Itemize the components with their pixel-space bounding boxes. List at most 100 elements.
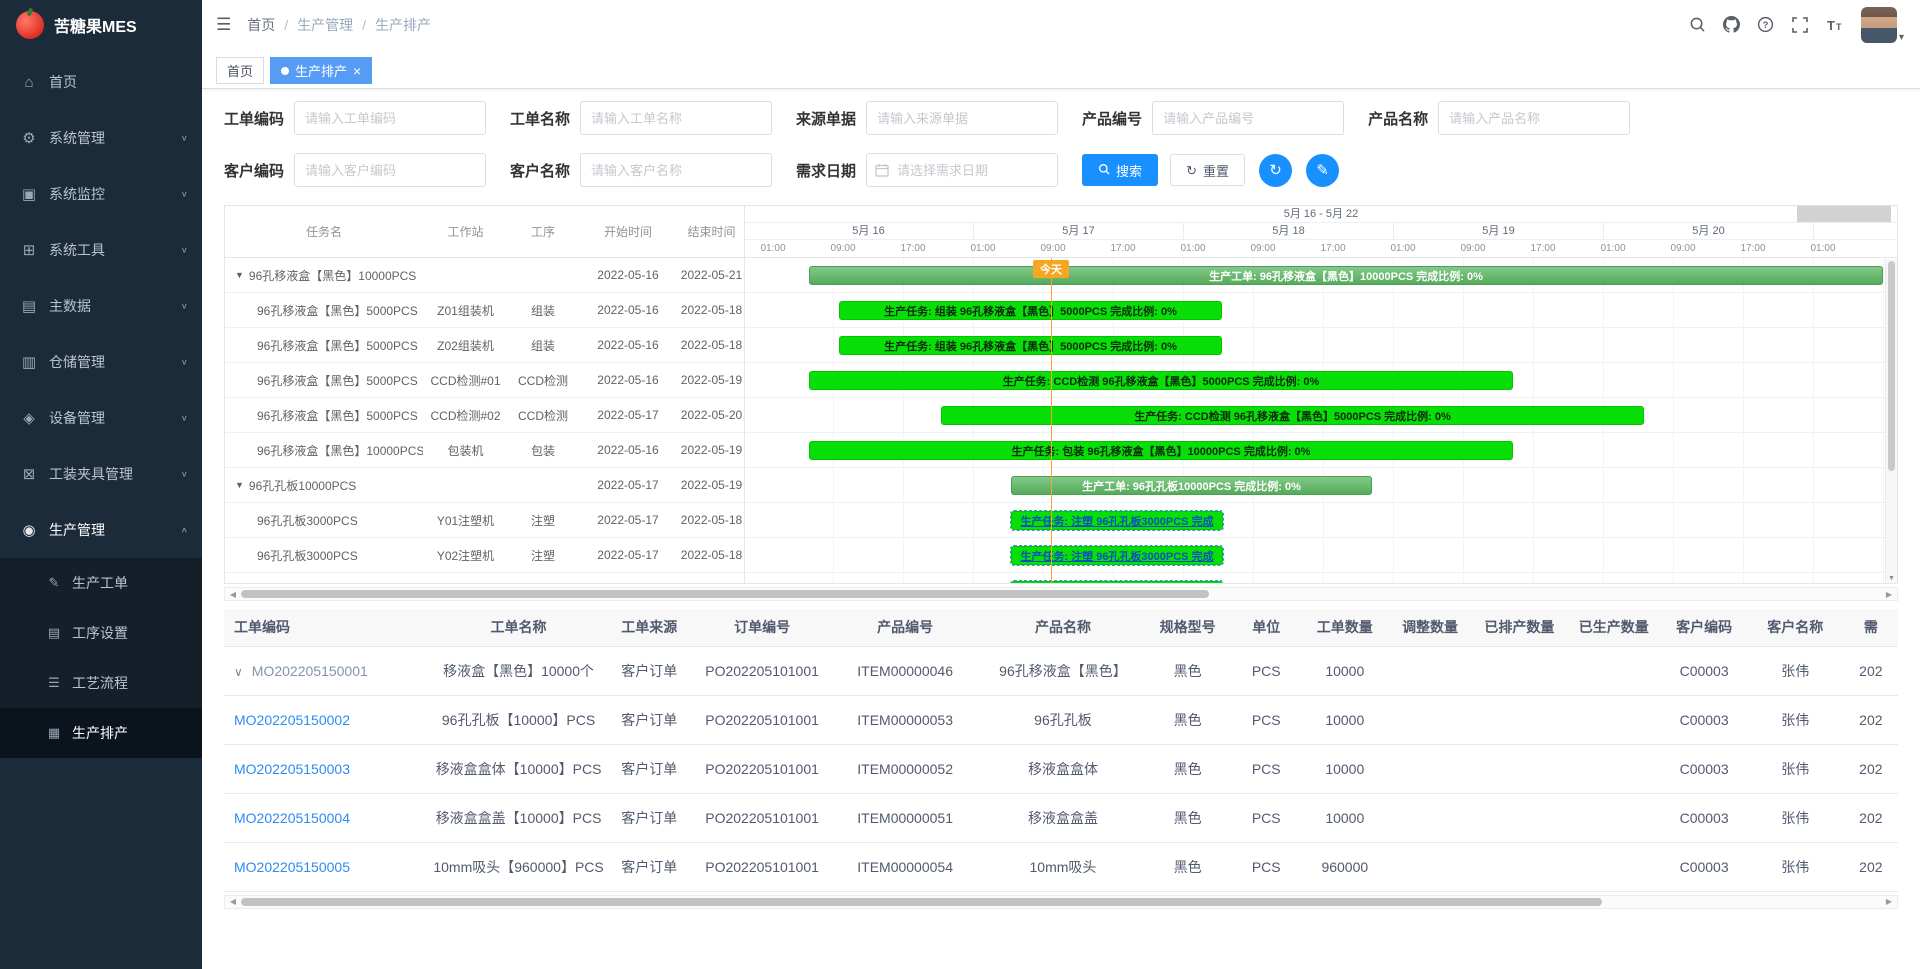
timeline-body: 今天 生产工单: 96孔移液盒【黑色】10000PCS 完成比例: 0%生产任务… bbox=[745, 258, 1897, 583]
sidebar-item-production-management[interactable]: ◉生产管理∧ bbox=[0, 502, 202, 558]
gantt-task-row[interactable]: 96孔孔板3000PCSY03注塑机注塑2022-05-172022-05-18 bbox=[225, 573, 744, 583]
product-name-input[interactable] bbox=[1438, 101, 1630, 135]
gantt-bar[interactable]: 生产工单: 96孔孔板10000PCS 完成比例: 0% bbox=[1011, 476, 1372, 495]
order-code-link[interactable]: MO202205150004 bbox=[234, 810, 350, 826]
scrollbar-thumb[interactable] bbox=[241, 898, 1602, 906]
product-code-input[interactable] bbox=[1152, 101, 1344, 135]
app-logo[interactable]: 苦糖果MES bbox=[0, 0, 202, 50]
gantt-task-row[interactable]: ▼96孔孔板10000PCS2022-05-172022-05-19 bbox=[225, 468, 744, 503]
refresh-icon: ↻ bbox=[1269, 161, 1282, 179]
order-code-link[interactable]: MO202205150003 bbox=[234, 761, 350, 777]
sidebar-item-system-tools[interactable]: ⊞系统工具∨ bbox=[0, 222, 202, 278]
customer-name-input[interactable] bbox=[580, 153, 772, 187]
sidebar-subitem-process-flow[interactable]: ☰工艺流程 bbox=[0, 658, 202, 708]
search-button[interactable]: 搜索 bbox=[1082, 154, 1158, 186]
order-code-cell: MO202205150004 bbox=[224, 793, 433, 842]
gantt-bar[interactable]: 生产任务: 组装 96孔移液盒【黑色】5000PCS 完成比例: 0% bbox=[839, 301, 1222, 320]
sidebar-item-equipment-management[interactable]: ◈设备管理∨ bbox=[0, 390, 202, 446]
sidebar-item-fixture-management[interactable]: ⊠工装夹具管理∨ bbox=[0, 446, 202, 502]
gantt-bar[interactable]: 生产任务: 组装 96孔移液盒【黑色】5000PCS 完成比例: 0% bbox=[839, 336, 1222, 355]
scrollbar-track[interactable] bbox=[241, 589, 1881, 599]
gantt-bar[interactable]: 生产任务: 注塑 96孔孔板3000PCS 完成 bbox=[1011, 581, 1223, 583]
task-process: 包装 bbox=[508, 442, 578, 459]
gantt-task-row[interactable]: 96孔孔板3000PCSY02注塑机注塑2022-05-172022-05-18 bbox=[225, 538, 744, 573]
reset-button[interactable]: ↻ 重置 bbox=[1170, 154, 1245, 186]
task-name: 96孔移液盒【黑色】10000PCS bbox=[257, 442, 423, 459]
refresh-round-button[interactable]: ↻ bbox=[1259, 154, 1292, 187]
gantt-bar[interactable]: 生产任务: CCD检测 96孔移液盒【黑色】5000PCS 完成比例: 0% bbox=[941, 406, 1644, 425]
tab-active[interactable]: 生产排产× bbox=[270, 57, 372, 84]
task-end-date: 2022-05-18 bbox=[678, 513, 744, 527]
edit-round-button[interactable]: ✎ bbox=[1306, 154, 1339, 187]
fullscreen-icon[interactable] bbox=[1785, 10, 1815, 40]
scrollbar-left-arrow-icon[interactable]: ◀ bbox=[225, 590, 241, 599]
order-cell: 移液盒盒体【10000】PCS bbox=[433, 744, 603, 793]
filter-input-wrap bbox=[294, 153, 486, 187]
gantt-task-row[interactable]: 96孔孔板3000PCSY01注塑机注塑2022-05-172022-05-18 bbox=[225, 503, 744, 538]
scrollbar-right-arrow-icon[interactable]: ▶ bbox=[1881, 897, 1897, 906]
gantt-task-row[interactable]: 96孔移液盒【黑色】5000PCSCCD检测#02CCD检测2022-05-17… bbox=[225, 398, 744, 433]
scrollbar-thumb[interactable] bbox=[241, 590, 1209, 598]
sidebar-subitem-production-scheduling[interactable]: ▦生产排产 bbox=[0, 708, 202, 758]
chevron-down-icon[interactable]: ∨ bbox=[234, 665, 243, 679]
order-cell bbox=[1473, 793, 1566, 842]
close-icon[interactable]: × bbox=[353, 64, 361, 78]
user-menu[interactable]: ▾ bbox=[1861, 7, 1904, 43]
task-name-cell: 96孔移液盒【黑色】5000PCS bbox=[225, 372, 423, 389]
sidebar-item-system-monitor[interactable]: ▣系统监控∨ bbox=[0, 166, 202, 222]
sidebar-subitem-process-settings[interactable]: ▤工序设置 bbox=[0, 608, 202, 658]
gantt-bar-row: 生产工单: 96孔孔板10000PCS 完成比例: 0% bbox=[745, 468, 1897, 503]
gantt-horizontal-scrollbar[interactable]: ◀ ▶ bbox=[224, 587, 1898, 601]
today-marker-line bbox=[1051, 258, 1052, 583]
task-name-cell: 96孔移液盒【黑色】5000PCS bbox=[225, 337, 423, 354]
source-doc-input[interactable] bbox=[866, 101, 1058, 135]
gantt-task-row[interactable]: 96孔移液盒【黑色】5000PCSZ01组装机组装2022-05-162022-… bbox=[225, 293, 744, 328]
document-icon: ▤ bbox=[18, 297, 40, 315]
filter-label: 需求日期 bbox=[796, 160, 856, 181]
gantt-bar[interactable]: 生产任务: 注塑 96孔孔板3000PCS 完成 bbox=[1011, 511, 1223, 530]
tree-expand-icon[interactable]: ▼ bbox=[235, 270, 244, 280]
gantt-task-row[interactable]: ▼96孔移液盒【黑色】10000PCS2022-05-162022-05-21 bbox=[225, 258, 744, 293]
sidebar-item-system-management[interactable]: ⚙系统管理∨ bbox=[0, 110, 202, 166]
demand-date-input[interactable] bbox=[866, 153, 1058, 187]
customer-code-input[interactable] bbox=[294, 153, 486, 187]
search-icon[interactable] bbox=[1683, 10, 1713, 40]
gantt-bar[interactable]: 生产任务: 注塑 96孔孔板3000PCS 完成 bbox=[1011, 546, 1223, 565]
gantt-bar[interactable]: 生产工单: 96孔移液盒【黑色】10000PCS 完成比例: 0% bbox=[809, 266, 1883, 285]
timeline-hour-label: 01:00 bbox=[1387, 240, 1419, 257]
gantt-task-row[interactable]: 96孔移液盒【黑色】10000PCS包装机包装2022-05-162022-05… bbox=[225, 433, 744, 468]
order-code-link[interactable]: MO202205150001 bbox=[252, 663, 368, 679]
gantt-task-row[interactable]: 96孔移液盒【黑色】5000PCSCCD检测#01CCD检测2022-05-16… bbox=[225, 363, 744, 398]
gantt-bar[interactable]: 生产任务: 包装 96孔移液盒【黑色】10000PCS 完成比例: 0% bbox=[809, 441, 1513, 460]
order-code-link[interactable]: MO202205150005 bbox=[234, 859, 350, 875]
sidebar-subitem-production-order[interactable]: ✎生产工单 bbox=[0, 558, 202, 608]
scrollbar-thumb[interactable] bbox=[1888, 261, 1895, 471]
help-icon[interactable]: ? bbox=[1751, 10, 1781, 40]
tree-expand-icon[interactable]: ▼ bbox=[235, 480, 244, 490]
task-start-date: 2022-05-17 bbox=[578, 548, 678, 562]
sidebar-item-master-data[interactable]: ▤主数据∨ bbox=[0, 278, 202, 334]
gantt-column-header: 结束时间 bbox=[678, 223, 745, 240]
scrollbar-right-arrow-icon[interactable]: ▶ bbox=[1881, 590, 1897, 599]
gantt-bar[interactable]: 生产任务: CCD检测 96孔移液盒【黑色】5000PCS 完成比例: 0% bbox=[809, 371, 1513, 390]
scrollbar-left-arrow-icon[interactable]: ◀ bbox=[225, 897, 241, 906]
order-cell bbox=[1473, 646, 1566, 695]
gantt-vertical-scrollbar[interactable]: ▼ bbox=[1885, 259, 1897, 583]
breadcrumb-item[interactable]: 生产管理 bbox=[297, 15, 353, 35]
wo-name-input[interactable] bbox=[580, 101, 772, 135]
tab-home[interactable]: 首页 bbox=[216, 57, 264, 84]
scrollbar-down-arrow-icon[interactable]: ▼ bbox=[1886, 575, 1897, 582]
wo-code-input[interactable] bbox=[294, 101, 486, 135]
orders-horizontal-scrollbar[interactable]: ◀ ▶ bbox=[224, 895, 1898, 909]
font-size-icon[interactable]: TT bbox=[1819, 10, 1849, 40]
breadcrumb-item[interactable]: 生产排产 bbox=[375, 15, 431, 35]
gear-icon: ⚙ bbox=[18, 129, 40, 147]
sidebar-item-warehouse-management[interactable]: ▥仓储管理∨ bbox=[0, 334, 202, 390]
sidebar-toggle-icon[interactable]: ☰ bbox=[216, 15, 231, 35]
gantt-task-row[interactable]: 96孔移液盒【黑色】5000PCSZ02组装机组装2022-05-162022-… bbox=[225, 328, 744, 363]
scrollbar-track[interactable] bbox=[241, 897, 1881, 907]
sidebar-item-home[interactable]: ⌂首页 bbox=[0, 54, 202, 110]
order-code-link[interactable]: MO202205150002 bbox=[234, 712, 350, 728]
github-icon[interactable] bbox=[1717, 10, 1747, 40]
breadcrumb-item[interactable]: 首页 bbox=[247, 15, 275, 35]
